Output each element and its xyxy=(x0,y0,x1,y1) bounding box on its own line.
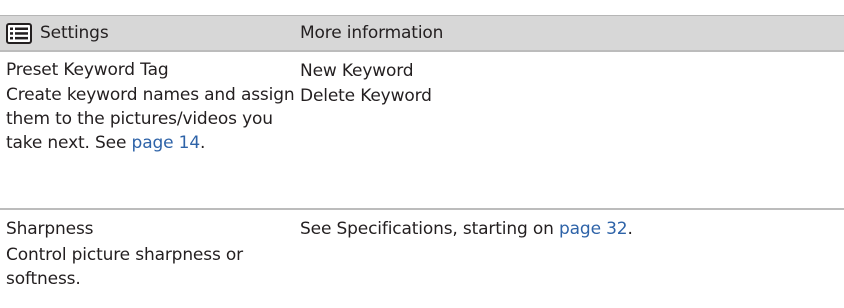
setting-title: Sharpness xyxy=(6,219,94,239)
menu-list-icon xyxy=(6,22,32,44)
more-info-header-label: More information xyxy=(300,23,444,43)
see-prefix: See xyxy=(95,133,127,153)
page-link[interactable]: page 14 xyxy=(132,133,201,153)
more-info-prefix: See Specifications, starting on xyxy=(300,219,554,239)
link-suffix: . xyxy=(200,133,206,153)
settings-header-cell: Settings xyxy=(6,22,109,44)
more-info-item: New Keyword xyxy=(300,61,414,81)
table-row: Preset Keyword Tag Create keyword names … xyxy=(0,50,844,208)
more-info-text: See Specifications, starting on page 32. xyxy=(300,218,633,240)
setting-title: Preset Keyword Tag xyxy=(6,60,169,80)
more-info-item: Delete Keyword xyxy=(300,86,432,106)
table-header-row: Settings More information xyxy=(0,15,844,50)
setting-description: Control picture sharpness or softness. xyxy=(6,245,244,289)
settings-table: Settings More information Preset Keyword… xyxy=(0,15,844,292)
link-suffix: . xyxy=(627,219,633,239)
page-link[interactable]: page 32 xyxy=(559,219,628,239)
settings-header-label: Settings xyxy=(40,23,109,43)
setting-description: Create keyword names and assign them to … xyxy=(6,83,301,155)
table-row: Sharpness Control picture sharpness or s… xyxy=(0,208,844,292)
more-info-list: New Keyword Delete Keyword xyxy=(300,59,432,109)
